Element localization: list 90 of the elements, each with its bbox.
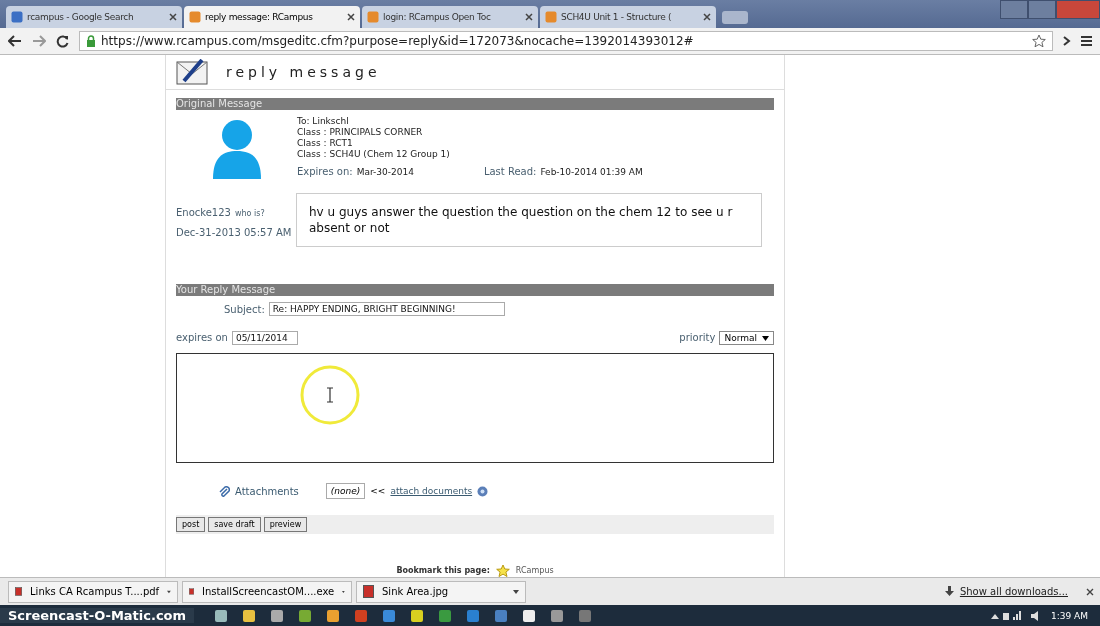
page-icon [545, 11, 557, 24]
priority-label: priority [679, 332, 716, 344]
cursor-highlight-icon [299, 364, 361, 427]
arrows-text: << [370, 486, 386, 497]
download-item[interactable]: Links CA Rcampus T....pdf [8, 580, 178, 603]
taskbar-app-icon [494, 608, 509, 623]
taskbar-app-icon [466, 608, 481, 623]
attachments-value: (none) [325, 483, 366, 500]
priority-dropdown[interactable]: Normal [719, 331, 774, 346]
taskbar-app-icon [522, 608, 537, 623]
last-read-value: Feb-10-2014 01:39 AM [540, 167, 643, 178]
form-button[interactable]: post [176, 517, 206, 533]
last-read-label: Last Read: [483, 166, 537, 178]
form-button[interactable]: save draft [208, 517, 261, 533]
expires-value: Mar-30-2014 [356, 167, 414, 178]
form-button[interactable]: preview [263, 517, 308, 533]
forward-icon [32, 35, 46, 48]
browser-tab[interactable]: rcampus - Google Search [6, 6, 182, 29]
reply-text-area[interactable] [176, 353, 774, 464]
taskbar-app-icon [326, 608, 341, 623]
download-item[interactable]: InstallScreencastOM....exe [182, 580, 352, 603]
maximize-button[interactable] [1028, 0, 1056, 19]
taskbar-app-icon [298, 608, 313, 623]
paperclip-icon [218, 484, 230, 498]
taskbar-app-icon [242, 608, 257, 623]
message-body: hv u guys answer the question the question on the chem 12 to see u r absent or not [296, 193, 762, 248]
file-icon [363, 585, 374, 599]
chevron-icon [1063, 36, 1071, 47]
new-tab-button[interactable] [722, 11, 748, 25]
dropdown-arrow-icon [167, 589, 171, 594]
lock-icon [86, 35, 96, 48]
back-icon [8, 35, 22, 48]
who-is-link[interactable]: who is? [234, 209, 265, 219]
close-icon [347, 13, 355, 22]
bookmark-link[interactable]: RCampus [515, 566, 554, 576]
attachments-label: Attachments [235, 485, 299, 497]
download-item[interactable]: Sink Area.jpg [356, 580, 526, 603]
recipient-text: Class : RCT1 [297, 138, 354, 150]
dropdown-arrow-icon [762, 335, 769, 341]
subject-label: Subject: [224, 303, 265, 315]
show-all-downloads-link[interactable]: Show all downloads... [959, 586, 1068, 598]
bookmark-label: Bookmark this page: [396, 566, 490, 576]
recipient-text: To: Linkschl [297, 116, 350, 128]
star-icon [1032, 34, 1046, 49]
address-field[interactable]: https://www.rcampus.com/msgeditc.cfm?purpose=reply&id=172073&nocache=1392014393012# [79, 31, 1053, 52]
help-icon [477, 485, 489, 497]
browser-tab[interactable]: login: RCampus Open Toc [362, 6, 538, 29]
attach-documents-link[interactable]: attach documents [390, 486, 473, 497]
expires-label: Expires on: [297, 166, 353, 178]
section-header: Your Reply Message [176, 284, 774, 297]
file-icon [15, 585, 23, 599]
subject-field[interactable]: Re: HAPPY ENDING, BRIGHT BEGINNING! [268, 302, 505, 317]
browser-tab[interactable]: reply message: RCampus [184, 6, 360, 29]
expires-label: expires on [176, 332, 228, 344]
page-icon [11, 11, 23, 24]
taskbar-app-icon [550, 608, 565, 623]
envelope-pen-icon [176, 59, 208, 86]
expires-field[interactable]: 05/11/2014 [231, 331, 298, 346]
taskbar-app-icon [438, 608, 453, 623]
download-arrow-icon [944, 586, 954, 598]
page-icon [189, 11, 201, 24]
taskbar-app-icon [410, 608, 425, 623]
taskbar-app-icon [382, 608, 397, 623]
recipient-text: Class : SCH4U (Chem 12 Group 1) [297, 149, 451, 161]
menu-icon [1081, 36, 1092, 47]
browser-tab[interactable]: SCH4U Unit 1 - Structure ( [540, 6, 716, 29]
taskbar-app-icon [270, 608, 285, 623]
message-date: Dec-31-2013 05:57 AM [176, 227, 293, 239]
clock-text: 1:39 AM [1051, 610, 1088, 621]
url-text: https://www.rcampus.com/msgeditc.cfm?purpose=reply&id=172073&nocache=1392014393012# [101, 34, 695, 49]
minimize-button[interactable] [1000, 0, 1028, 19]
close-icon [703, 13, 711, 22]
speaker-icon [1031, 610, 1041, 621]
page-icon [367, 11, 379, 24]
network-icon [991, 610, 1021, 621]
section-header: Original Message [176, 98, 774, 111]
star-icon [495, 564, 510, 578]
taskbar-app-icon [578, 608, 593, 623]
taskbar-app-icon [214, 608, 229, 623]
close-icon [1086, 587, 1094, 596]
close-icon [525, 13, 533, 22]
dropdown-arrow-icon [513, 589, 519, 594]
close-icon [169, 13, 177, 22]
close-button[interactable] [1056, 0, 1100, 19]
reload-icon [56, 34, 69, 48]
page-title: reply message [226, 64, 381, 81]
taskbar-app-icon [354, 608, 369, 623]
sender-name: Enocke123 [176, 207, 231, 219]
brand-text: Screencast-O-Matic.com [0, 608, 195, 624]
recipient-text: Class : PRINCIPALS CORNER [297, 127, 424, 139]
